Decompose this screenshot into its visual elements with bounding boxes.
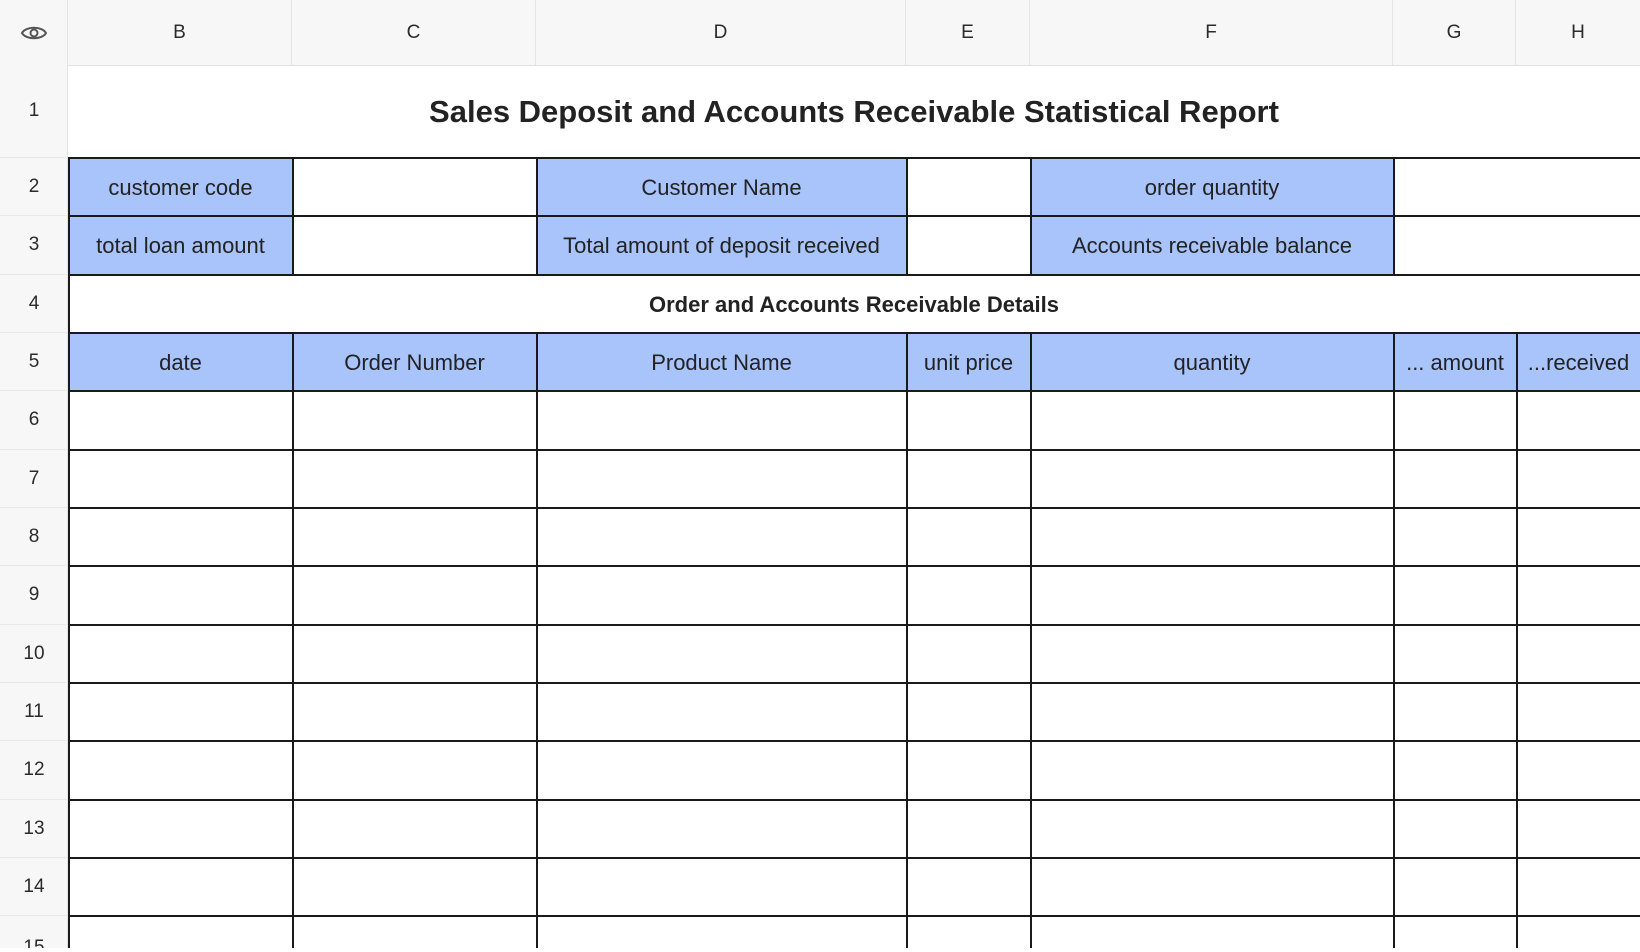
row-header-2[interactable]: 2 [0, 158, 68, 216]
grid-line [292, 332, 294, 952]
report-title[interactable]: Sales Deposit and Accounts Receivable St… [68, 65, 1640, 158]
customer-code-label[interactable]: customer code [69, 159, 292, 216]
row-header-6[interactable]: 6 [0, 391, 68, 450]
column-header-d[interactable]: D [536, 0, 906, 65]
total-loan-amount-value[interactable] [293, 217, 536, 275]
grid-line [906, 332, 908, 952]
column-header-f[interactable]: F [1030, 0, 1393, 65]
row-header-12[interactable]: 12 [0, 741, 68, 800]
grid-line [68, 682, 1640, 684]
header-product-name[interactable]: Product Name [537, 334, 906, 391]
column-header-e[interactable]: E [906, 0, 1030, 65]
grid-line [68, 857, 1640, 859]
customer-name-value[interactable] [907, 159, 1030, 216]
header-order-number[interactable]: Order Number [293, 334, 536, 391]
column-header-b[interactable]: B [68, 0, 292, 65]
row-header-13[interactable]: 13 [0, 800, 68, 858]
row-header-15[interactable]: 15 [0, 916, 68, 952]
row-header-4[interactable]: 4 [0, 275, 68, 333]
grid-line [536, 157, 538, 275]
header-date[interactable]: date [69, 334, 292, 391]
grid-line [68, 390, 1640, 392]
grid-line [1516, 332, 1518, 952]
grid-line [68, 624, 1640, 626]
grid-line [68, 740, 1640, 742]
grid-line [1030, 332, 1032, 952]
grid-line [68, 157, 1640, 159]
ar-balance-label[interactable]: Accounts receivable balance [1031, 217, 1393, 275]
eye-icon [20, 26, 47, 39]
details-title[interactable]: Order and Accounts Receivable Details [68, 276, 1640, 333]
grid-line [68, 799, 1640, 801]
visibility-toggle-button[interactable] [0, 0, 68, 65]
total-deposit-label[interactable]: Total amount of deposit received [537, 217, 906, 275]
grid-line [68, 507, 1640, 509]
column-header-g[interactable]: G [1393, 0, 1516, 65]
grid-line [1393, 332, 1395, 952]
spreadsheet[interactable]: B C D E F G H 1 2 3 4 5 6 7 8 9 10 11 12… [0, 0, 1640, 952]
column-header-c[interactable]: C [292, 0, 536, 65]
grid-line [292, 157, 294, 275]
order-quantity-value[interactable] [1394, 159, 1640, 216]
grid-line [68, 274, 1640, 276]
grid-line [1393, 157, 1395, 275]
row-header-11[interactable]: 11 [0, 683, 68, 741]
total-deposit-value[interactable] [907, 217, 1030, 275]
row-header-3[interactable]: 3 [0, 216, 68, 275]
grid-line [1030, 157, 1032, 275]
total-loan-amount-label[interactable]: total loan amount [69, 217, 292, 275]
row-header-8[interactable]: 8 [0, 508, 68, 566]
header-quantity[interactable]: quantity [1031, 334, 1393, 391]
row-header-5[interactable]: 5 [0, 333, 68, 391]
grid-line [536, 332, 538, 952]
row-header-1[interactable]: 1 [0, 65, 68, 158]
grid-line [68, 332, 1640, 334]
customer-code-value[interactable] [293, 159, 536, 216]
order-quantity-label[interactable]: order quantity [1031, 159, 1393, 216]
sheet-bottom-edge [0, 948, 1640, 952]
header-unit-price[interactable]: unit price [907, 334, 1030, 391]
row-header-7[interactable]: 7 [0, 450, 68, 508]
row-header-9[interactable]: 9 [0, 566, 68, 625]
grid-line [906, 157, 908, 275]
header-amount[interactable]: ... amount [1394, 334, 1516, 391]
row-header-14[interactable]: 14 [0, 858, 68, 916]
grid-line [68, 915, 1640, 917]
header-received[interactable]: ...received [1517, 334, 1640, 391]
ar-balance-value[interactable] [1394, 217, 1640, 275]
row-header-10[interactable]: 10 [0, 625, 68, 683]
grid-line [68, 449, 1640, 451]
customer-name-label[interactable]: Customer Name [537, 159, 906, 216]
column-header-h[interactable]: H [1516, 0, 1640, 65]
grid-line [68, 565, 1640, 567]
grid-line [68, 215, 1640, 217]
grid-line [68, 157, 70, 952]
